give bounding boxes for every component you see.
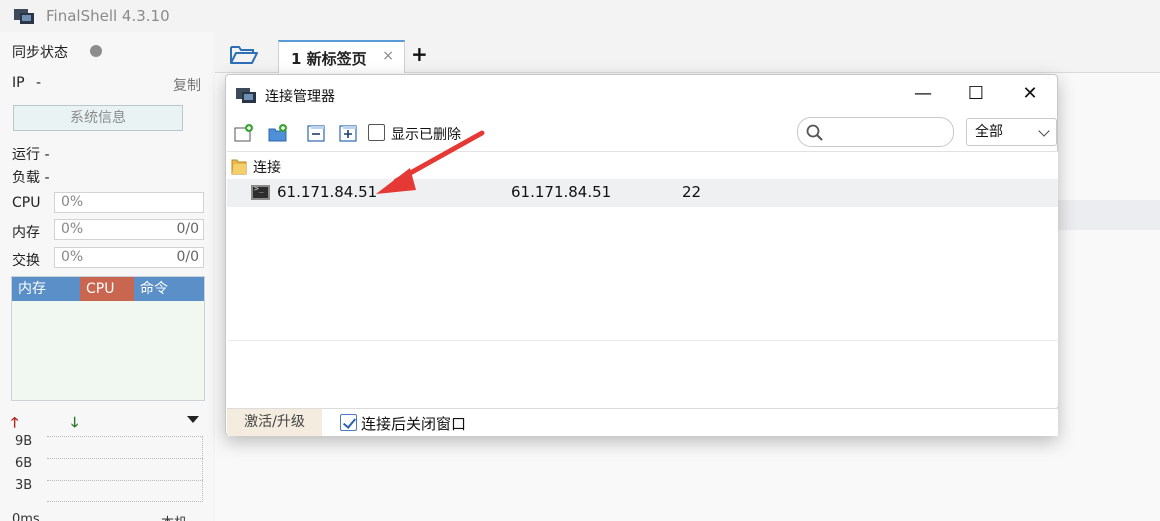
folder-item-connections[interactable]: 连接 — [231, 156, 531, 178]
sync-status-label: 同步状态 — [12, 45, 68, 61]
dialog-footer: 激活/升级 连接后关闭窗口 — [227, 408, 1058, 436]
swap-value: 0% — [61, 249, 84, 265]
chevron-down-icon — [1038, 125, 1050, 137]
search-icon — [806, 124, 823, 141]
memory-value: 0% — [61, 221, 84, 237]
workspace-strip — [1040, 200, 1160, 230]
memory-meter: 0% 0/0 — [54, 219, 204, 240]
activate-upgrade-button[interactable]: 激活/升级 — [227, 409, 322, 436]
system-info-button[interactable]: 系统信息 — [13, 105, 183, 131]
cpu-value: 0% — [61, 194, 84, 210]
net-gridline — [47, 501, 203, 502]
network-traffic-graph: 🡑 🡓 9B 6B 3B — [11, 412, 205, 502]
close-after-connect-checkbox[interactable] — [340, 414, 357, 431]
swap-label: 交换 — [12, 253, 40, 269]
search-box[interactable] — [797, 117, 954, 147]
new-folder-icon[interactable] — [268, 124, 288, 142]
server-status-panel: 同步状态 IP - 复制 系统信息 运行 - 负载 - CPU 0% 内存 0%… — [0, 32, 213, 521]
open-folder-icon[interactable] — [229, 43, 259, 65]
tab-new-session[interactable]: 1 新标签页 × — [278, 40, 405, 74]
new-connection-icon[interactable] — [234, 124, 254, 142]
finalshell-logo-icon — [14, 7, 34, 25]
group-filter-value: 全部 — [975, 124, 1003, 140]
memory-label: 内存 — [12, 225, 40, 241]
minimize-icon[interactable]: — — [901, 81, 945, 109]
connection-name: 61.171.84.51 — [277, 183, 378, 201]
maximize-icon[interactable]: ☐ — [954, 81, 998, 109]
add-tab-icon[interactable]: + — [411, 42, 428, 66]
group-filter-select[interactable]: 全部 — [966, 118, 1057, 146]
connection-host: 61.171.84.51 — [511, 183, 612, 201]
folder-icon — [231, 158, 247, 175]
connection-row[interactable]: 61.171.84.51 61.171.84.51 22 — [227, 179, 1058, 207]
swap-usage: 0/0 — [176, 249, 199, 265]
dialog-titlebar[interactable]: 连接管理器 — ☐ ✕ — [226, 75, 1057, 115]
collapse-all-icon[interactable] — [306, 124, 326, 142]
latency-label: 0ms — [12, 512, 40, 521]
cpu-label: CPU — [12, 195, 41, 211]
show-deleted-label[interactable]: 显示已删除 — [391, 124, 461, 144]
sync-status-indicator — [90, 45, 102, 57]
connection-list[interactable]: 连接 61.171.84.51 61.171.84.51 22 — [227, 151, 1058, 407]
connection-port: 22 — [682, 183, 702, 201]
dialog-toolbar: 显示已删除 全部 — [226, 116, 1057, 150]
net-scale-label: 3B — [15, 478, 33, 493]
process-header-cpu[interactable]: CPU — [80, 277, 134, 301]
tab-close-icon[interactable]: × — [382, 48, 394, 64]
swap-meter: 0% 0/0 — [54, 247, 204, 268]
net-gridline — [47, 436, 203, 437]
list-divider — [227, 340, 1058, 341]
expand-all-icon[interactable] — [338, 124, 358, 142]
ip-label: IP — [12, 75, 25, 91]
process-header-command[interactable]: 命令 — [134, 277, 204, 301]
process-header-memory[interactable]: 内存 — [12, 277, 80, 301]
close-after-connect-label[interactable]: 连接后关闭窗口 — [361, 413, 466, 434]
process-table: 内存 CPU 命令 — [11, 276, 205, 401]
session-tab-bar: 1 新标签页 × + — [215, 32, 1160, 74]
uptime-label: 运行 - — [12, 147, 50, 163]
main-titlebar: FinalShell 4.3.10 — [0, 0, 1160, 32]
net-gridline — [202, 436, 203, 502]
local-machine-label: 本机 — [161, 512, 187, 521]
copy-ip-button[interactable]: 复制 — [173, 75, 201, 95]
download-arrow-icon: 🡓 — [71, 415, 79, 431]
show-deleted-checkbox[interactable] — [368, 124, 385, 141]
app-title: FinalShell 4.3.10 — [46, 7, 170, 25]
net-gridline — [47, 480, 203, 481]
tab-label: 1 新标签页 — [291, 50, 367, 68]
load-label: 负载 - — [12, 170, 50, 186]
cpu-meter: 0% — [54, 192, 204, 213]
folder-label: 连接 — [253, 160, 281, 176]
upload-arrow-icon: 🡑 — [11, 415, 19, 431]
network-interface-dropdown-icon[interactable] — [187, 416, 199, 423]
ip-value: - — [36, 75, 42, 91]
net-gridline — [47, 458, 203, 459]
net-scale-label: 9B — [15, 434, 33, 449]
close-icon[interactable]: ✕ — [1008, 81, 1052, 109]
net-scale-label: 6B — [15, 456, 33, 471]
search-input[interactable] — [832, 122, 947, 142]
connection-manager-dialog: 连接管理器 — ☐ ✕ 显示已删除 全部 连接 >_ 61.171.84.51 … — [225, 74, 1058, 436]
finalshell-logo-icon — [236, 86, 256, 104]
process-table-header: 内存 CPU 命令 — [12, 277, 204, 301]
dialog-title: 连接管理器 — [265, 89, 335, 105]
memory-usage: 0/0 — [176, 221, 199, 237]
terminal-icon — [251, 184, 270, 200]
